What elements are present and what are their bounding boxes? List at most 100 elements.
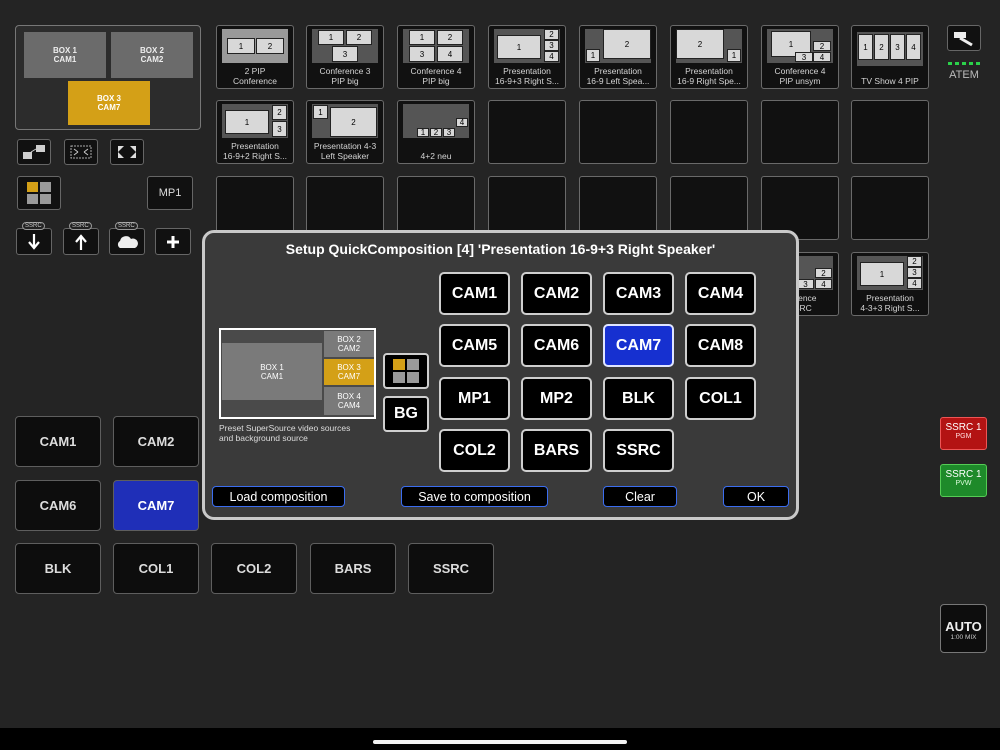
composition-empty[interactable] [761, 100, 839, 164]
composition-tile-3[interactable]: 1 2 3 4 Conference 4 PIP big [397, 25, 475, 89]
thumb-cell: 4 [544, 51, 559, 62]
composition-thumb: 1 2 [222, 29, 288, 63]
composition-tile-10[interactable]: 1 2 Presentation 4-3 Left Speaker [306, 100, 384, 164]
dialog-source-cam3[interactable]: CAM3 [603, 272, 674, 315]
dialog-source-bars[interactable]: BARS [521, 429, 592, 472]
source-cam1[interactable]: CAM1 [15, 416, 101, 467]
dialog-source-col1[interactable]: COL1 [685, 377, 756, 420]
dialog-layout-preview: BOX 1 CAM1 BOX 2 CAM2 BOX 3 CAM7 BOX 4 C… [219, 328, 376, 419]
hammer-button[interactable] [947, 25, 981, 51]
composition-empty[interactable] [670, 100, 748, 164]
thumb-cell: 3 [907, 267, 922, 278]
dialog-source-mp1[interactable]: MP1 [439, 377, 510, 420]
clear-button[interactable]: Clear [603, 486, 677, 507]
dialog-source-cam4[interactable]: CAM4 [685, 272, 756, 315]
composition-tile-2[interactable]: 1 2 3 Conference 3 PIP big [306, 25, 384, 89]
ssrc-upload-button[interactable] [63, 228, 99, 255]
dialog-source-col2[interactable]: COL2 [439, 429, 510, 472]
source-col2[interactable]: COL2 [211, 543, 297, 594]
dialog-preview-box-1: BOX 1 CAM1 [222, 343, 322, 400]
thumb-cell: 3 [409, 46, 435, 62]
thumb-cell: 2 [815, 268, 832, 278]
load-composition-button[interactable]: Load composition [212, 486, 345, 507]
thumb-cell: 2 [907, 256, 922, 267]
composition-tile-9[interactable]: 1 2 3 Presentation 16-9+2 Right S... [216, 100, 294, 164]
shrink-icon[interactable] [17, 139, 51, 165]
composition-tile-7[interactable]: 1 2 3 4 Conference 4 PIP unsym [761, 25, 839, 89]
home-indicator[interactable] [373, 740, 627, 744]
thumb-cell: 3 [443, 128, 455, 137]
composition-thumb: 1 2 3 4 [767, 29, 833, 63]
source-bars[interactable]: BARS [310, 543, 396, 594]
ok-button[interactable]: OK [723, 486, 789, 507]
atem-label: ATEM [949, 69, 979, 81]
composition-tile-13[interactable]: 1 2 3 4 Presentation 4-3+3 Right S... [851, 252, 929, 316]
composition-thumb: 1 2 [312, 104, 378, 138]
composition-caption: TV Show 4 PIP [861, 76, 919, 86]
composition-caption: Presentation 16-9+2 Right S... [222, 141, 288, 161]
add-button[interactable] [155, 228, 191, 255]
save-to-composition-button[interactable]: Save to composition [401, 486, 548, 507]
ssrc-tag-1: SSRC [22, 222, 45, 230]
preview-box-3: BOX 3 CAM7 [68, 81, 150, 125]
thumb-cell: 1 [417, 128, 429, 137]
composition-tile-1[interactable]: 1 2 2 PIP Conference [216, 25, 294, 89]
mp1-button[interactable]: MP1 [147, 176, 193, 210]
composition-tile-11[interactable]: 1 2 3 4 4+2 neu [397, 100, 475, 164]
composition-thumb: 1 2 3 4 [403, 104, 469, 138]
thumb-cell: 4 [815, 279, 832, 289]
dialog-source-mp2[interactable]: MP2 [521, 377, 592, 420]
source-ssrc[interactable]: SSRC [408, 543, 494, 594]
dialog-source-cam1[interactable]: CAM1 [439, 272, 510, 315]
composition-thumb: 1 2 3 4 [494, 29, 560, 63]
bg-button[interactable]: BG [383, 396, 429, 432]
composition-tile-4[interactable]: 1 2 3 4 Presentation 16-9+3 Right S... [488, 25, 566, 89]
supersource-preview[interactable]: BOX 1 CAM1 BOX 2 CAM2 BOX 3 CAM7 [15, 25, 201, 130]
thumb-cell: 2 [676, 29, 724, 59]
auto-transition-button[interactable]: AUTO 1:00 MIX [940, 604, 987, 653]
atem-status-dots [948, 62, 982, 65]
source-col1[interactable]: COL1 [113, 543, 199, 594]
ssrc-cloud-button[interactable] [109, 228, 145, 255]
composition-caption: Presentation 16-9+3 Right S... [494, 66, 560, 86]
box-select-button[interactable] [383, 353, 429, 389]
thumb-cell: 2 [603, 29, 651, 59]
thumb-cell: 1 [858, 34, 873, 60]
arrow-down-icon [28, 233, 40, 250]
dialog-source-cam5[interactable]: CAM5 [439, 324, 510, 367]
source-cam2[interactable]: CAM2 [113, 416, 199, 467]
composition-tile-5[interactable]: 2 1 Presentation 16-9 Left Spea... [579, 25, 657, 89]
composition-empty[interactable] [851, 176, 929, 240]
source-blk[interactable]: BLK [15, 543, 101, 594]
layout-grid-icon[interactable] [17, 176, 61, 210]
fullscreen-icon[interactable] [64, 139, 98, 165]
thumb-cell: 3 [795, 52, 813, 62]
thumb-cell: 3 [332, 46, 358, 62]
dialog-source-ssrc[interactable]: SSRC [603, 429, 674, 472]
composition-tile-8[interactable]: 1 2 3 4 TV Show 4 PIP [851, 25, 929, 89]
dialog-source-cam2[interactable]: CAM2 [521, 272, 592, 315]
pvw-indicator[interactable]: SSRC 1 PVW [940, 464, 987, 497]
composition-empty[interactable] [851, 100, 929, 164]
composition-thumb: 1 2 3 4 [857, 256, 923, 290]
ssrc-download-button[interactable] [16, 228, 52, 255]
thumb-cell: 1 [313, 105, 328, 119]
source-cam6[interactable]: CAM6 [15, 480, 101, 531]
composition-tile-6[interactable]: 2 1 Presentation 16-9 Right Spe... [670, 25, 748, 89]
dialog-source-cam8[interactable]: CAM8 [685, 324, 756, 367]
thumb-cell: 2 [430, 128, 442, 137]
dialog-source-blk[interactable]: BLK [603, 377, 674, 420]
source-cam7[interactable]: CAM7 [113, 480, 199, 531]
composition-empty[interactable] [488, 100, 566, 164]
dialog-title: Setup QuickComposition [4] 'Presentation… [285, 241, 716, 257]
dialog-source-cam6[interactable]: CAM6 [521, 324, 592, 367]
pgm-indicator[interactable]: SSRC 1 PGM [940, 417, 987, 450]
ssrc-tag-3: SSRC [115, 222, 138, 230]
composition-empty[interactable] [579, 100, 657, 164]
thumb-cell: 1 [409, 30, 435, 45]
expand-icon[interactable] [110, 139, 144, 165]
bottom-strip [0, 728, 1000, 750]
dialog-source-cam7[interactable]: CAM7 [603, 324, 674, 367]
composition-caption: 4+2 neu [420, 151, 452, 161]
thumb-cell: 2 [813, 41, 831, 51]
